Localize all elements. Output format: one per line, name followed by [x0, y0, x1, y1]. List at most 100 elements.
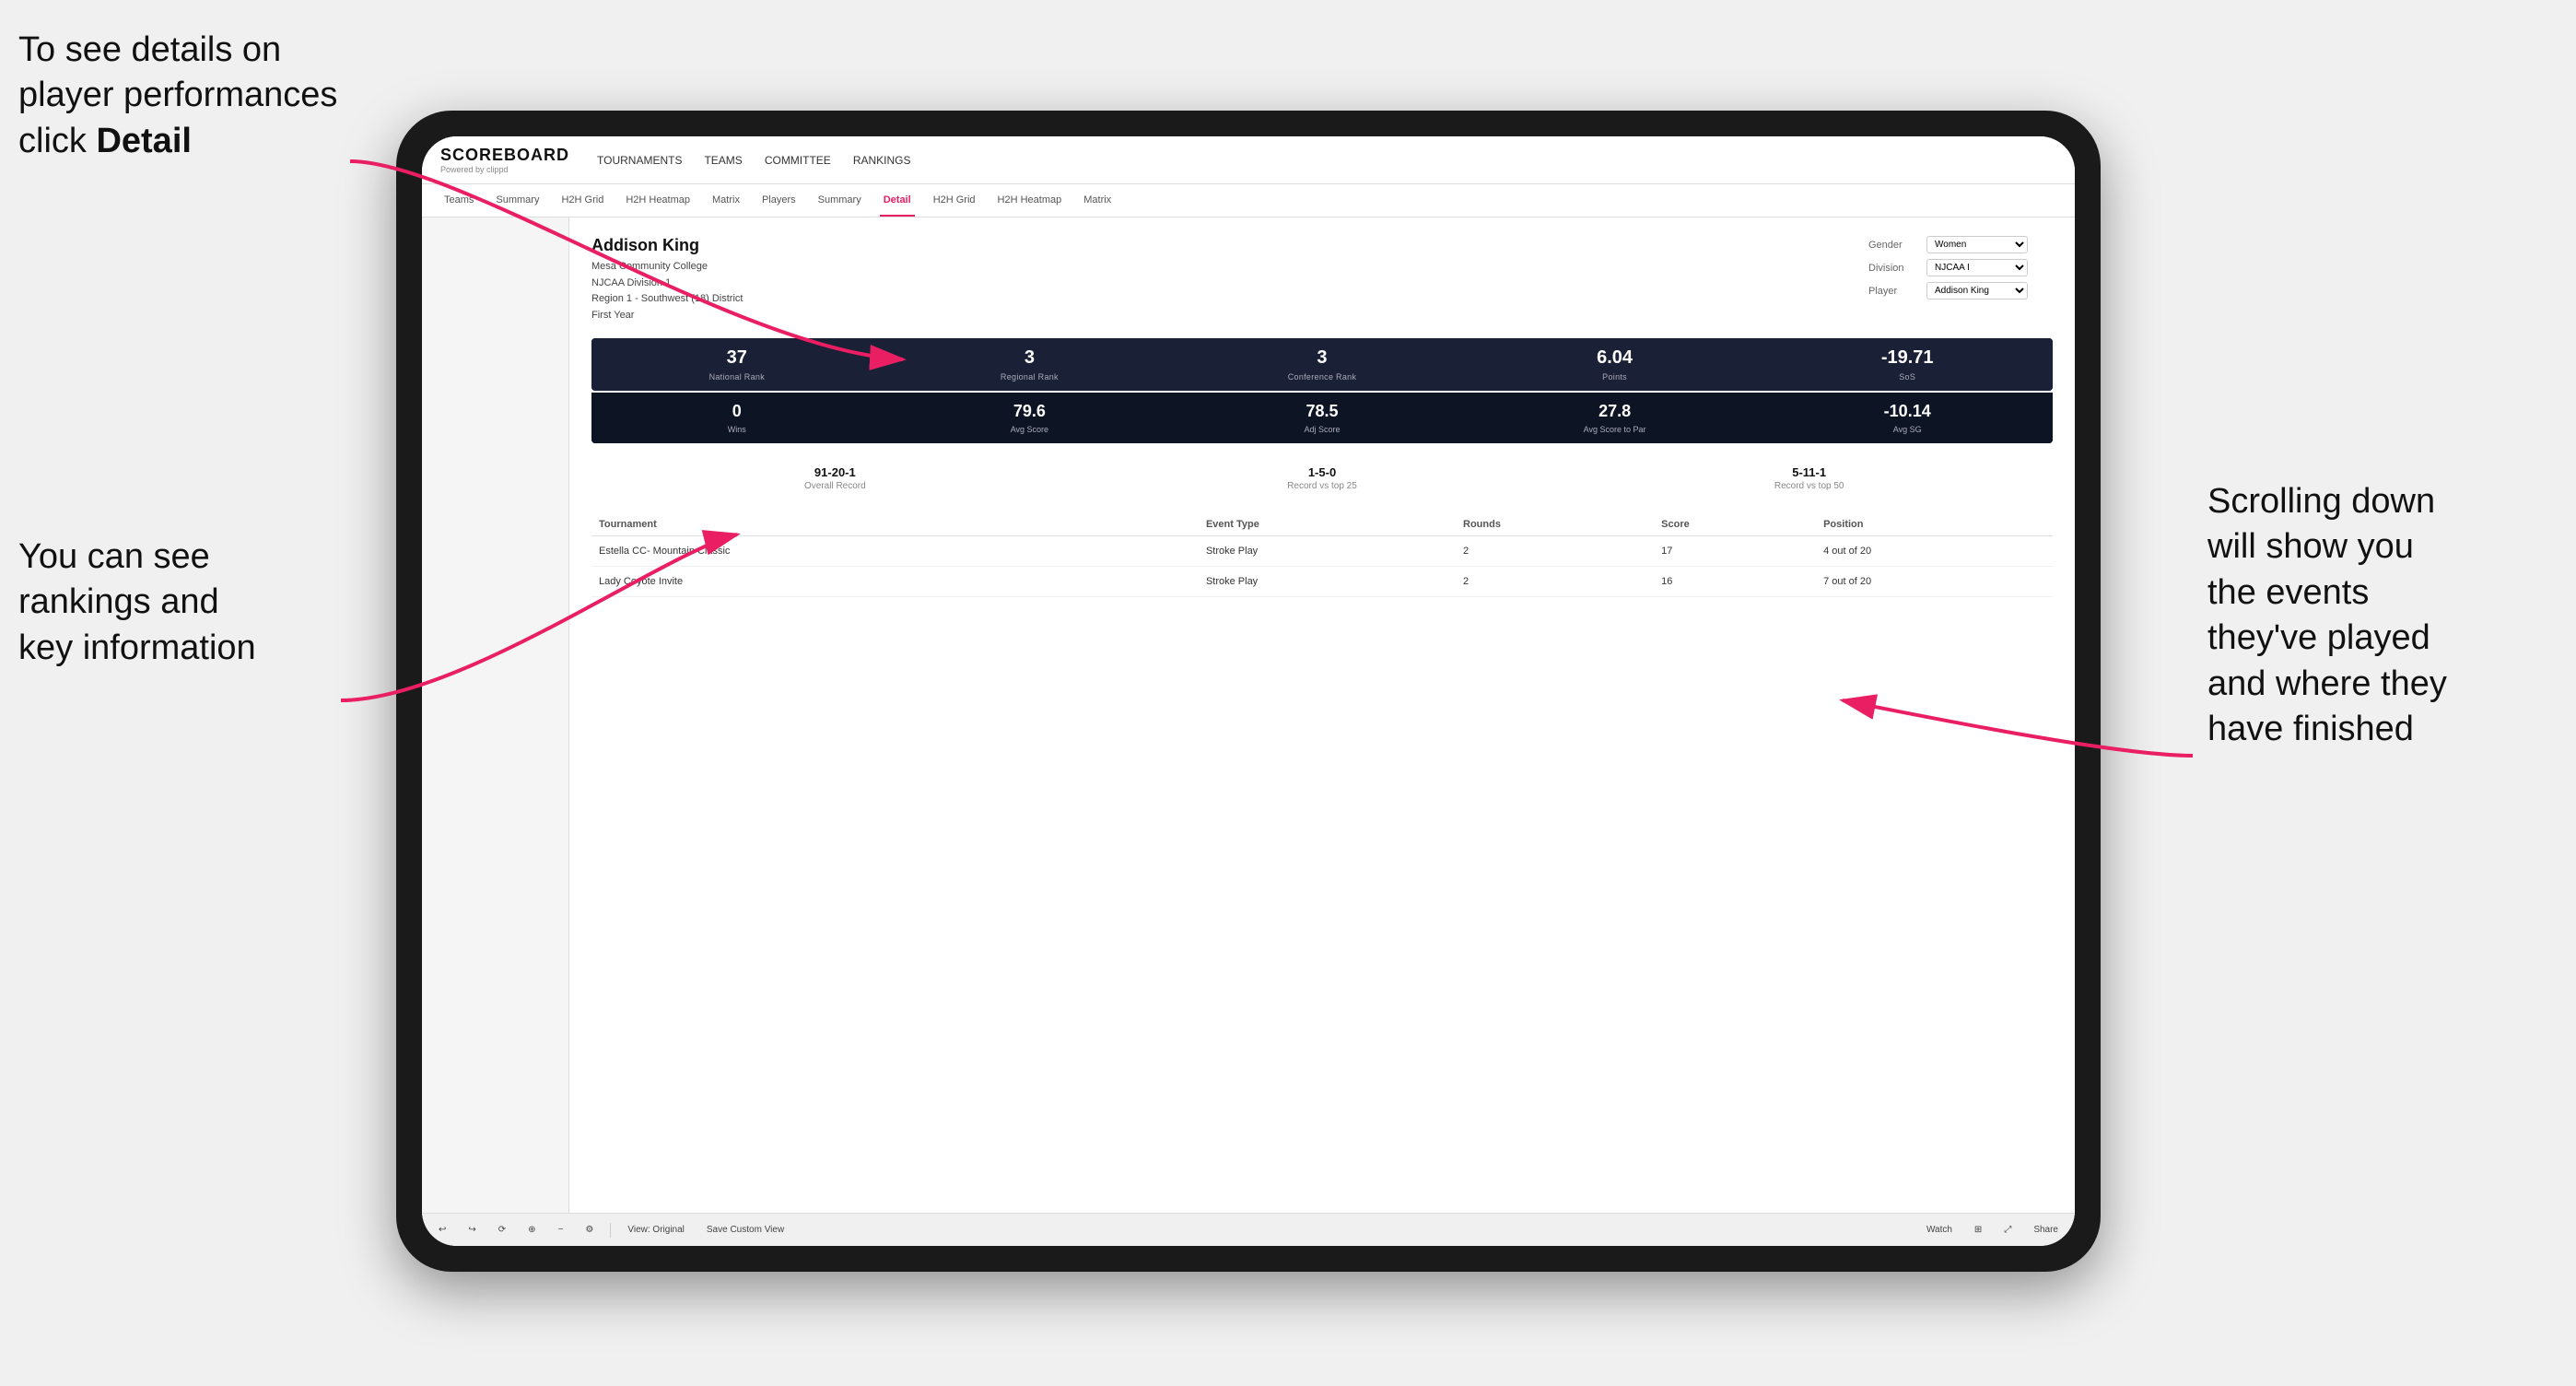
tab-matrix-1[interactable]: Matrix [708, 184, 744, 217]
tab-detail[interactable]: Detail [880, 184, 915, 217]
tab-summary-1[interactable]: Summary [492, 184, 543, 217]
scoreboard-logo: SCOREBOARD Powered by clippd [440, 146, 569, 174]
player-school: Mesa Community College [591, 259, 743, 276]
nav-rankings[interactable]: RANKINGS [853, 150, 911, 170]
annotation-right-text: Scrolling downwill show youthe eventsthe… [2207, 482, 2447, 748]
player-control: Player Addison King [1868, 282, 2053, 300]
stat-regional-rank-value: 3 [892, 347, 1168, 369]
table-row: Lady Coyote Invite Stroke Play 2 16 7 ou… [591, 567, 2053, 597]
tab-h2h-heatmap-1[interactable]: H2H Heatmap [622, 184, 694, 217]
player-controls: Gender Women Men Division NJCAA I [1868, 236, 2053, 323]
tab-teams[interactable]: Teams [440, 184, 477, 217]
zoom-btn[interactable]: ⊕ [522, 1223, 541, 1237]
toolbar-sep1 [610, 1223, 611, 1238]
tab-h2h-grid-1[interactable]: H2H Grid [557, 184, 607, 217]
nav-teams[interactable]: TEAMS [704, 150, 742, 170]
division-control: Division NJCAA I NCAA I [1868, 259, 2053, 276]
settings-btn[interactable]: ⚙ [580, 1223, 599, 1237]
sidebar [422, 217, 569, 1213]
refresh-btn[interactable]: ⟳ [493, 1223, 511, 1237]
stat-conference-rank: 3 Conference Rank [1177, 338, 1468, 391]
player-label: Player [1868, 286, 1919, 297]
player-region: Region 1 - Southwest (18) District [591, 291, 743, 308]
minus-btn[interactable]: − [553, 1223, 569, 1237]
tablet-screen: SCOREBOARD Powered by clippd TOURNAMENTS… [422, 136, 2075, 1246]
annotation-top-left-text: To see details onplayer performancesclic… [18, 30, 337, 160]
player-name: Addison King [591, 236, 743, 255]
stat-points-value: 6.04 [1477, 347, 1753, 369]
annotation-bottom-left: You can seerankings andkey information [18, 534, 369, 671]
app-content: SCOREBOARD Powered by clippd TOURNAMENTS… [422, 136, 2075, 1246]
stat-avg-sg: -10.14 Avg SG [1762, 393, 2053, 443]
share-btn[interactable]: Share [2028, 1223, 2064, 1237]
nav-tournaments[interactable]: TOURNAMENTS [597, 150, 682, 170]
col-rounds: Rounds [1456, 513, 1654, 536]
record-top50-value: 5-11-1 [1565, 465, 2053, 479]
records-section: 91-20-1 Overall Record 1-5-0 Record vs t… [591, 458, 2053, 499]
stat-sos-label: SoS [1769, 372, 2045, 382]
stat-national-rank-label: National Rank [599, 372, 875, 382]
logo-title: SCOREBOARD [440, 146, 569, 165]
row2-rounds: 2 [1456, 567, 1654, 597]
nav-committee[interactable]: COMMITTEE [765, 150, 831, 170]
redo-btn[interactable]: ↪ [463, 1223, 481, 1237]
save-custom-view-btn[interactable]: Save Custom View [701, 1223, 790, 1237]
sub-nav: Teams Summary H2H Grid H2H Heatmap Matri… [422, 184, 2075, 217]
row2-event-type: Stroke Play [1199, 567, 1456, 597]
annotation-right: Scrolling downwill show youthe eventsthe… [2207, 479, 2558, 752]
watch-btn[interactable]: Watch [1921, 1223, 1958, 1237]
tab-h2h-heatmap-2[interactable]: H2H Heatmap [994, 184, 1066, 217]
col-event-type: Event Type [1199, 513, 1456, 536]
stat-avg-score-par-label: Avg Score to Par [1477, 425, 1753, 434]
gender-label: Gender [1868, 240, 1919, 251]
annotation-top-left: To see details onplayer performancesclic… [18, 28, 369, 164]
record-top25-label: Record vs top 25 [1079, 481, 1566, 491]
stat-national-rank-value: 37 [599, 347, 875, 369]
main-nav: TOURNAMENTS TEAMS COMMITTEE RANKINGS [597, 150, 910, 170]
stat-avg-sg-label: Avg SG [1769, 425, 2045, 434]
tab-players[interactable]: Players [758, 184, 800, 217]
stat-conference-rank-label: Conference Rank [1184, 372, 1460, 382]
stat-avg-score-label: Avg Score [892, 425, 1168, 434]
undo-btn[interactable]: ↩ [433, 1223, 451, 1237]
col-score: Score [1654, 513, 1816, 536]
player-year: First Year [591, 308, 743, 324]
table-row: Estella CC- Mountain Classic Stroke Play… [591, 536, 2053, 567]
stat-avg-score-value: 79.6 [892, 402, 1168, 421]
row2-empty [1143, 567, 1199, 597]
row2-position: 7 out of 20 [1816, 567, 2053, 597]
col-tournament: Tournament [591, 513, 1143, 536]
stat-wins-label: Wins [599, 425, 875, 434]
gender-select[interactable]: Women Men [1926, 236, 2028, 253]
tab-h2h-grid-2[interactable]: H2H Grid [930, 184, 979, 217]
player-division: NJCAA Division 1 [591, 276, 743, 292]
row1-score: 17 [1654, 536, 1816, 567]
stat-points-label: Points [1477, 372, 1753, 382]
stat-adj-score-value: 78.5 [1184, 402, 1460, 421]
row1-position: 4 out of 20 [1816, 536, 2053, 567]
row1-event-type: Stroke Play [1199, 536, 1456, 567]
gender-control: Gender Women Men [1868, 236, 2053, 253]
tab-summary-2[interactable]: Summary [814, 184, 865, 217]
record-overall-label: Overall Record [591, 481, 1079, 491]
stat-avg-sg-value: -10.14 [1769, 402, 2045, 421]
player-header: Addison King Mesa Community College NJCA… [591, 236, 2053, 323]
tab-matrix-2[interactable]: Matrix [1080, 184, 1115, 217]
record-top50-label: Record vs top 50 [1565, 481, 2053, 491]
division-select[interactable]: NJCAA I NCAA I [1926, 259, 2028, 276]
player-info: Addison King Mesa Community College NJCA… [591, 236, 743, 323]
stat-wins-value: 0 [599, 402, 875, 421]
record-overall-value: 91-20-1 [591, 465, 1079, 479]
content-panel: Addison King Mesa Community College NJCA… [569, 217, 2075, 1213]
top-nav: SCOREBOARD Powered by clippd TOURNAMENTS… [422, 136, 2075, 184]
row2-score: 16 [1654, 567, 1816, 597]
record-top50: 5-11-1 Record vs top 50 [1565, 465, 2053, 491]
stat-sos: -19.71 SoS [1762, 338, 2053, 391]
stats-grid-row1: 37 National Rank 3 Regional Rank 3 Confe… [591, 338, 2053, 391]
player-select[interactable]: Addison King [1926, 282, 2028, 300]
fullscreen-btn[interactable]: ⤢ [1998, 1223, 2017, 1237]
screen-btn[interactable]: ⊞ [1969, 1223, 1987, 1237]
view-original-btn[interactable]: View: Original [622, 1223, 690, 1237]
tablet-frame: SCOREBOARD Powered by clippd TOURNAMENTS… [396, 111, 2101, 1272]
stat-avg-score: 79.6 Avg Score [884, 393, 1176, 443]
